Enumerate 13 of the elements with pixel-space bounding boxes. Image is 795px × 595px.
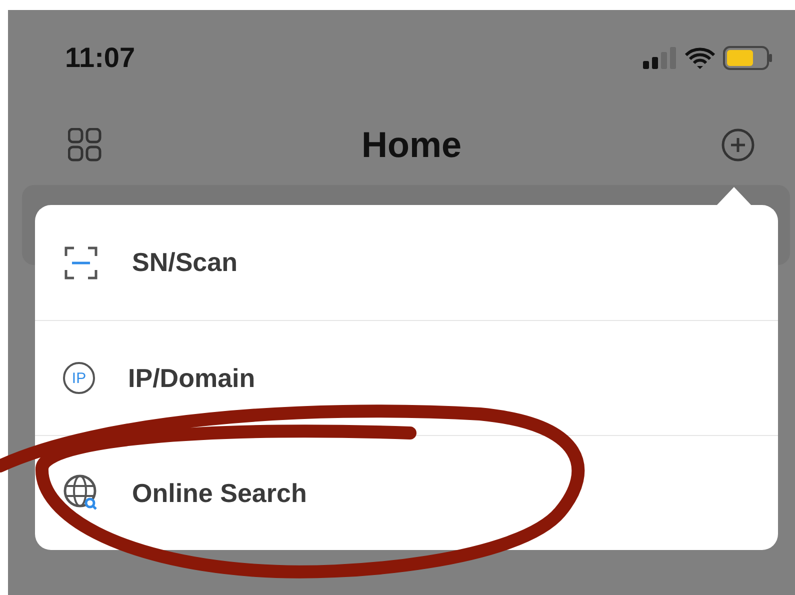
ip-icon: IP — [63, 362, 95, 394]
page-title: Home — [361, 124, 462, 166]
menu-item[interactable]: Online Search — [35, 435, 778, 550]
status-time: 11:07 — [65, 42, 136, 74]
add-icon[interactable] — [721, 128, 755, 162]
battery-icon — [723, 46, 773, 70]
wifi-icon — [685, 46, 715, 68]
menu-item[interactable]: IP IP/Domain — [35, 320, 778, 435]
globe-search-icon — [63, 474, 99, 512]
scan-icon — [63, 244, 99, 280]
grid-icon[interactable] — [68, 128, 102, 162]
menu-item[interactable]: SN/Scan — [35, 205, 778, 320]
signal-icon — [643, 46, 677, 68]
